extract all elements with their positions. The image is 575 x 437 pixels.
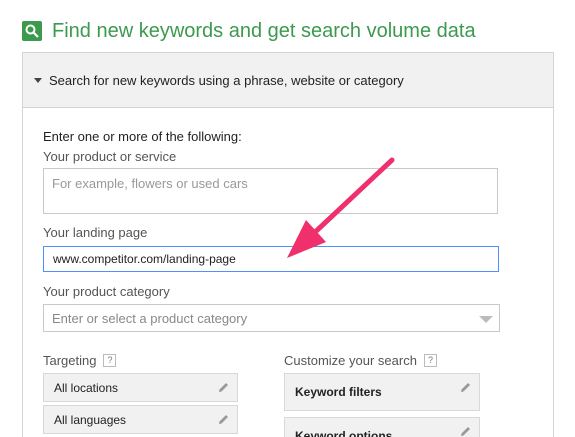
panel-heading: Search for new keywords using a phrase, … bbox=[49, 72, 404, 88]
customize-label: Customize your search ? bbox=[284, 353, 437, 368]
product-label: Your product or service bbox=[43, 149, 177, 164]
dropdown-arrow-icon bbox=[479, 316, 493, 323]
keyword-options-label: Keyword options bbox=[295, 429, 393, 437]
customize-help-icon[interactable]: ? bbox=[423, 354, 437, 367]
pencil-icon[interactable] bbox=[459, 425, 472, 437]
caret-down-icon bbox=[34, 77, 42, 83]
pencil-icon[interactable] bbox=[217, 413, 230, 426]
landing-page-label: Your landing page bbox=[43, 225, 148, 240]
form-intro: Enter one or more of the following: bbox=[43, 129, 242, 144]
product-service-input[interactable] bbox=[43, 168, 498, 214]
panel-header-toggle[interactable]: Search for new keywords using a phrase, … bbox=[23, 53, 553, 108]
keyword-filters-label: Keyword filters bbox=[295, 385, 382, 399]
customize-label-text: Customize your search bbox=[284, 353, 417, 368]
keyword-filters-button[interactable]: Keyword filters bbox=[284, 373, 480, 411]
targeting-languages[interactable]: All languages bbox=[43, 405, 238, 434]
landing-page-input[interactable] bbox=[43, 246, 499, 272]
targeting-locations[interactable]: All locations bbox=[43, 373, 238, 402]
targeting-label: Targeting ? bbox=[43, 353, 117, 368]
page-header: Find new keywords and get search volume … bbox=[22, 18, 476, 44]
keyword-search-panel: Search for new keywords using a phrase, … bbox=[22, 52, 554, 437]
pencil-icon[interactable] bbox=[459, 381, 472, 394]
targeting-help-icon[interactable]: ? bbox=[103, 354, 117, 367]
product-category-select[interactable]: Enter or select a product category bbox=[43, 304, 500, 332]
search-icon bbox=[22, 21, 42, 41]
targeting-label-text: Targeting bbox=[43, 353, 97, 368]
locations-value: All locations bbox=[54, 380, 119, 395]
pencil-icon[interactable] bbox=[217, 381, 230, 394]
product-category-label: Your product category bbox=[43, 284, 170, 299]
page-title: Find new keywords and get search volume … bbox=[52, 19, 476, 42]
category-placeholder: Enter or select a product category bbox=[52, 310, 248, 326]
languages-value: All languages bbox=[54, 412, 127, 427]
keyword-options-button[interactable]: Keyword options bbox=[284, 417, 480, 437]
